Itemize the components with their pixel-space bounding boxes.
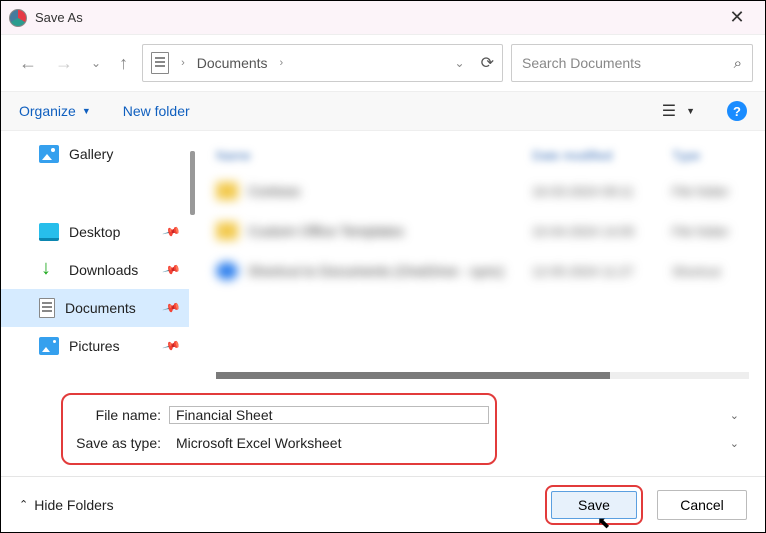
file-list-header[interactable]: Name Date modified Type bbox=[216, 139, 749, 171]
sidebar-item-pictures[interactable]: Pictures 📌 bbox=[1, 327, 189, 365]
sidebar-item-label: Gallery bbox=[69, 146, 113, 162]
title-bar: Save As ✕ bbox=[1, 1, 765, 35]
pin-icon: 📌 bbox=[162, 336, 182, 356]
list-item[interactable]: Custom Office Templates 10-04-2024 14:05… bbox=[216, 211, 749, 251]
address-folder[interactable]: Documents bbox=[197, 55, 268, 71]
pin-icon: 📌 bbox=[162, 222, 182, 242]
organize-button[interactable]: Organize ▼ bbox=[19, 103, 91, 119]
refresh-icon[interactable]: ⟳ bbox=[473, 53, 494, 73]
address-dropdown-icon[interactable]: ⌄ bbox=[455, 56, 465, 70]
sidebar-item-label: Desktop bbox=[69, 224, 120, 240]
window-title: Save As bbox=[35, 10, 717, 25]
search-icon[interactable]: ⌕ bbox=[734, 55, 742, 72]
sidebar-item-label: Documents bbox=[65, 300, 136, 316]
app-icon bbox=[9, 9, 27, 27]
documents-icon bbox=[39, 298, 55, 318]
save-type-label: Save as type: bbox=[69, 435, 169, 451]
downloads-icon bbox=[39, 261, 59, 279]
cursor-icon: ⬉ bbox=[597, 513, 610, 533]
save-button[interactable]: Save bbox=[551, 491, 637, 519]
gallery-icon bbox=[39, 145, 59, 163]
form-highlight: File name: Financial Sheet ⌄ Save as typ… bbox=[61, 393, 497, 465]
search-input[interactable]: Search Documents ⌕ bbox=[511, 44, 753, 82]
folder-doc-icon bbox=[151, 52, 169, 74]
sidebar-item-gallery[interactable]: Gallery bbox=[1, 135, 189, 173]
file-name-row: File name: Financial Sheet ⌄ bbox=[69, 401, 489, 429]
sidebar: Gallery Desktop 📌 Downloads 📌 Documents … bbox=[1, 131, 189, 385]
pictures-icon bbox=[39, 337, 59, 355]
hide-folders-button[interactable]: ⌃ Hide Folders bbox=[19, 497, 114, 513]
caret-down-icon: ▼ bbox=[82, 106, 91, 116]
folder-icon bbox=[216, 222, 238, 240]
caret-down-icon: ▼ bbox=[686, 106, 695, 116]
new-folder-button[interactable]: New folder bbox=[123, 103, 190, 119]
chevron-down-icon[interactable]: ⌄ bbox=[730, 437, 739, 450]
folder-icon bbox=[216, 182, 238, 200]
footer: ⌃ Hide Folders Save ⬉ Cancel bbox=[1, 476, 765, 532]
header-date[interactable]: Date modified bbox=[532, 148, 672, 163]
view-button[interactable]: ☰ ▼ bbox=[662, 101, 695, 121]
up-icon[interactable]: ↑ bbox=[119, 53, 128, 74]
save-form: File name: Financial Sheet ⌄ Save as typ… bbox=[1, 385, 765, 465]
desktop-icon bbox=[39, 223, 59, 241]
cancel-button[interactable]: Cancel bbox=[657, 490, 747, 520]
file-name-input[interactable]: Financial Sheet bbox=[169, 406, 489, 424]
recent-locations-icon[interactable]: ⌄ bbox=[91, 56, 101, 70]
close-icon[interactable]: ✕ bbox=[717, 7, 757, 28]
chevron-right-icon[interactable]: › bbox=[274, 57, 290, 69]
list-view-icon: ☰ bbox=[662, 101, 676, 121]
file-name-label: File name: bbox=[69, 407, 169, 423]
chevron-up-icon: ⌃ bbox=[19, 498, 28, 511]
file-icon bbox=[216, 262, 238, 280]
organize-label: Organize bbox=[19, 103, 76, 119]
save-type-row: Save as type: Microsoft Excel Worksheet … bbox=[69, 429, 489, 457]
pin-icon: 📌 bbox=[162, 260, 182, 280]
search-placeholder: Search Documents bbox=[522, 55, 734, 71]
sidebar-item-desktop[interactable]: Desktop 📌 bbox=[1, 213, 189, 251]
sidebar-scrollbar[interactable] bbox=[189, 131, 196, 385]
back-icon[interactable]: ← bbox=[19, 53, 37, 74]
sidebar-item-label: Downloads bbox=[69, 262, 138, 278]
horizontal-scrollbar[interactable] bbox=[216, 372, 749, 379]
toolbar: Organize ▼ New folder ☰ ▼ ? bbox=[1, 91, 765, 131]
list-item[interactable]: Contoso 16-03-2024 09:11 File folder bbox=[216, 171, 749, 211]
pin-icon: 📌 bbox=[162, 298, 182, 318]
sidebar-item-downloads[interactable]: Downloads 📌 bbox=[1, 251, 189, 289]
save-type-select[interactable]: Microsoft Excel Worksheet bbox=[169, 434, 489, 452]
chevron-right-icon[interactable]: › bbox=[175, 57, 191, 69]
save-highlight: Save ⬉ bbox=[545, 485, 643, 525]
list-item[interactable]: Shortcut to Documents (OneDrive - sync) … bbox=[216, 251, 749, 291]
header-type[interactable]: Type bbox=[672, 148, 749, 163]
forward-icon[interactable]: → bbox=[55, 53, 73, 74]
sidebar-item-label: Pictures bbox=[69, 338, 120, 354]
nav-row: ← → ⌄ ↑ › Documents › ⌄ ⟳ Search Documen… bbox=[1, 35, 765, 91]
help-icon[interactable]: ? bbox=[727, 101, 747, 121]
sidebar-item-documents[interactable]: Documents 📌 bbox=[1, 289, 189, 327]
hide-folders-label: Hide Folders bbox=[34, 497, 113, 513]
header-name[interactable]: Name bbox=[216, 148, 532, 163]
main-area: Gallery Desktop 📌 Downloads 📌 Documents … bbox=[1, 131, 765, 385]
address-bar[interactable]: › Documents › ⌄ ⟳ bbox=[142, 44, 503, 82]
file-list[interactable]: Name Date modified Type Contoso 16-03-20… bbox=[196, 131, 765, 385]
chevron-down-icon[interactable]: ⌄ bbox=[730, 409, 739, 422]
